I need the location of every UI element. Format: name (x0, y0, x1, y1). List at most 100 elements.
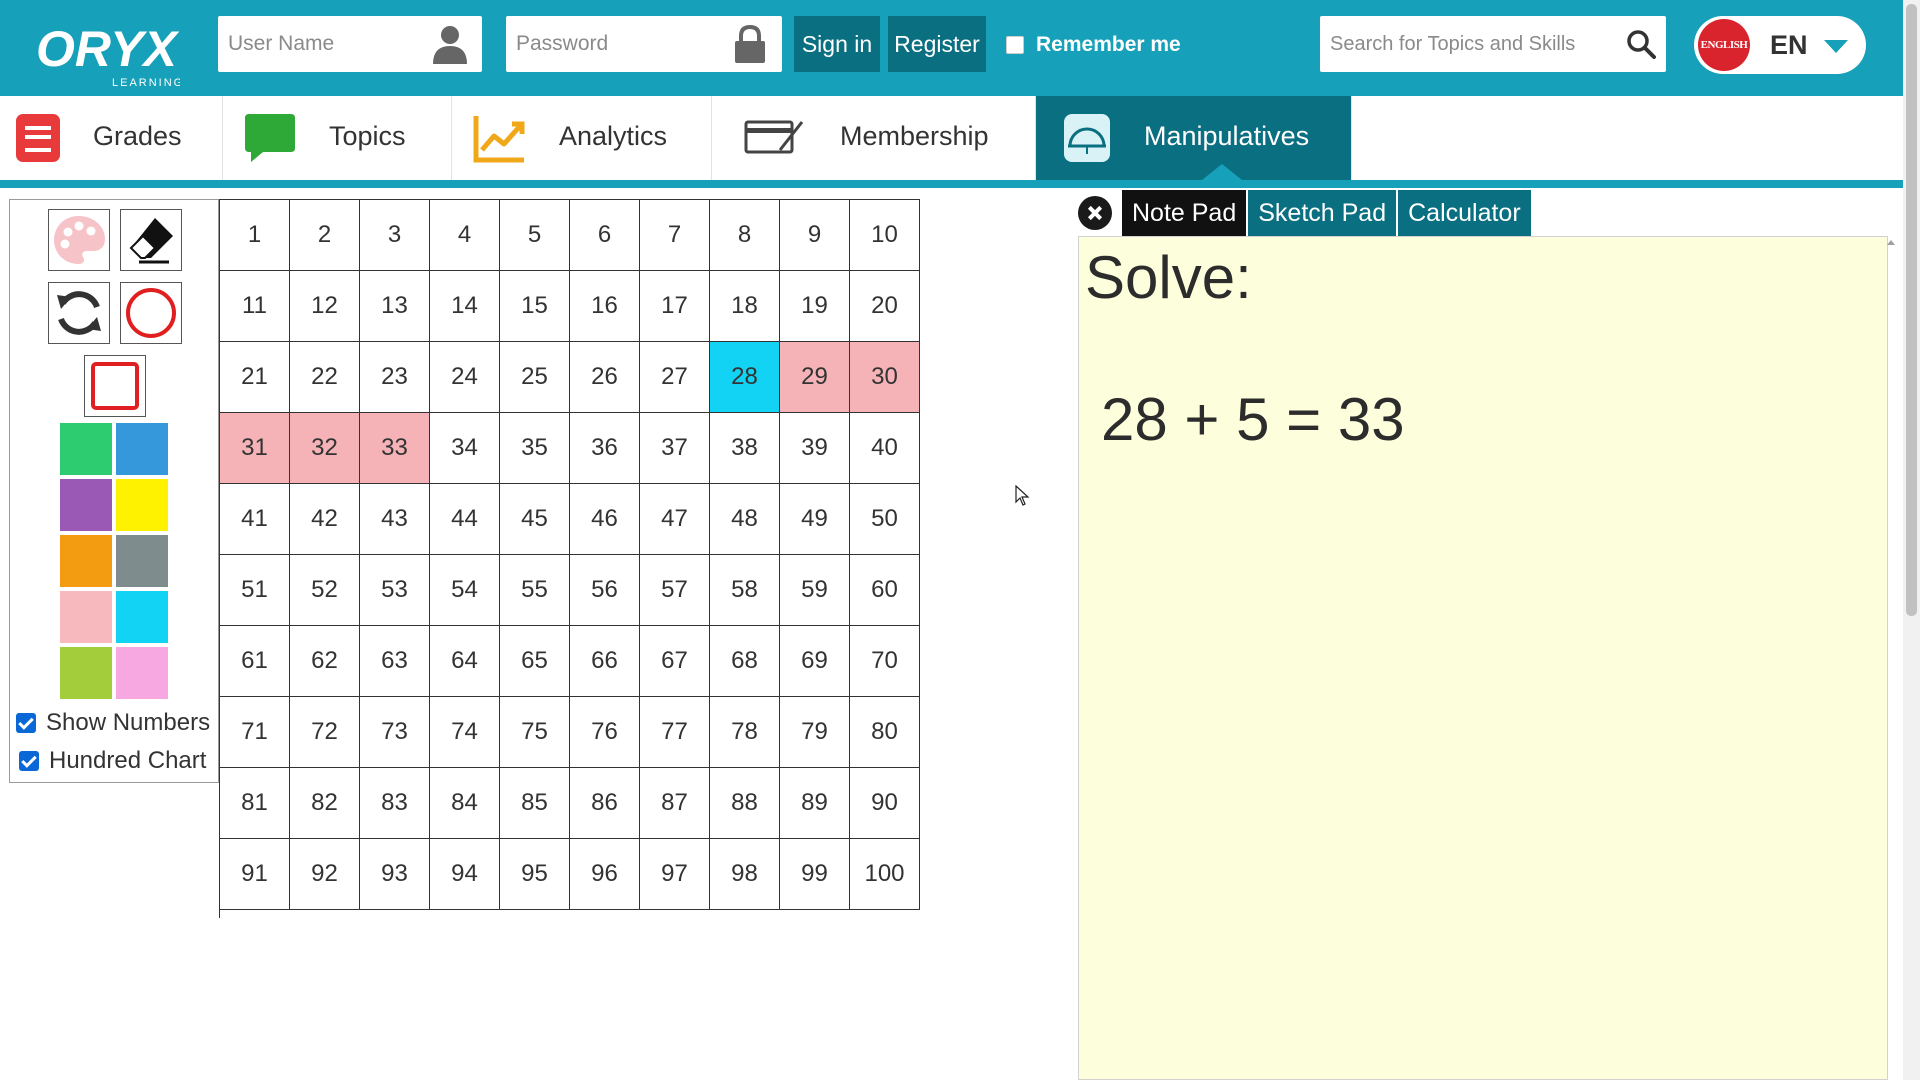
grid-cell-54[interactable]: 54 (430, 555, 500, 626)
grid-cell-33[interactable]: 33 (360, 413, 430, 484)
grid-cell-74[interactable]: 74 (430, 697, 500, 768)
grid-cell-85[interactable]: 85 (500, 768, 570, 839)
grid-cell-63[interactable]: 63 (360, 626, 430, 697)
grid-cell-19[interactable]: 19 (780, 271, 850, 342)
grid-cell-47[interactable]: 47 (640, 484, 710, 555)
grid-cell-48[interactable]: 48 (710, 484, 780, 555)
grid-cell-99[interactable]: 99 (780, 839, 850, 910)
grid-cell-60[interactable]: 60 (850, 555, 920, 626)
search-box[interactable] (1320, 16, 1666, 72)
color-swatch-gray[interactable] (116, 535, 168, 587)
grid-cell-81[interactable]: 81 (220, 768, 290, 839)
tab-sketch-pad[interactable]: Sketch Pad (1248, 190, 1397, 236)
grid-cell-28[interactable]: 28 (710, 342, 780, 413)
grid-cell-27[interactable]: 27 (640, 342, 710, 413)
grid-cell-26[interactable]: 26 (570, 342, 640, 413)
nav-item-membership[interactable]: Membership (712, 96, 1036, 180)
grid-cell-61[interactable]: 61 (220, 626, 290, 697)
grid-cell-41[interactable]: 41 (220, 484, 290, 555)
grid-cell-25[interactable]: 25 (500, 342, 570, 413)
grid-cell-16[interactable]: 16 (570, 271, 640, 342)
hundred-chart-checkbox[interactable] (19, 751, 39, 771)
grid-cell-87[interactable]: 87 (640, 768, 710, 839)
tab-note-pad[interactable]: Note Pad (1122, 190, 1247, 236)
grid-cell-58[interactable]: 58 (710, 555, 780, 626)
grid-cell-90[interactable]: 90 (850, 768, 920, 839)
grid-cell-14[interactable]: 14 (430, 271, 500, 342)
grid-cell-21[interactable]: 21 (220, 342, 290, 413)
grid-cell-5[interactable]: 5 (500, 200, 570, 271)
color-swatch-cyan[interactable] (116, 591, 168, 643)
grid-cell-59[interactable]: 59 (780, 555, 850, 626)
grid-cell-52[interactable]: 52 (290, 555, 360, 626)
nav-item-manipulatives[interactable]: Manipulatives (1036, 96, 1352, 180)
show-numbers-option[interactable]: Show Numbers (16, 709, 210, 737)
grid-cell-98[interactable]: 98 (710, 839, 780, 910)
grid-cell-89[interactable]: 89 (780, 768, 850, 839)
grid-cell-34[interactable]: 34 (430, 413, 500, 484)
grid-cell-29[interactable]: 29 (780, 342, 850, 413)
grid-cell-88[interactable]: 88 (710, 768, 780, 839)
grid-cell-65[interactable]: 65 (500, 626, 570, 697)
color-swatch-green[interactable] (60, 423, 112, 475)
grid-cell-37[interactable]: 37 (640, 413, 710, 484)
circle-tool[interactable] (120, 282, 182, 344)
grid-cell-31[interactable]: 31 (220, 413, 290, 484)
username-field[interactable] (218, 16, 482, 72)
grid-cell-9[interactable]: 9 (780, 200, 850, 271)
grid-cell-2[interactable]: 2 (290, 200, 360, 271)
show-numbers-checkbox[interactable] (16, 713, 36, 733)
grid-cell-51[interactable]: 51 (220, 555, 290, 626)
grid-cell-7[interactable]: 7 (640, 200, 710, 271)
grid-cell-22[interactable]: 22 (290, 342, 360, 413)
color-swatch-blue[interactable] (116, 423, 168, 475)
grid-cell-20[interactable]: 20 (850, 271, 920, 342)
grid-cell-10[interactable]: 10 (850, 200, 920, 271)
color-swatch-purple[interactable] (60, 479, 112, 531)
page-scrollbar[interactable] (1903, 0, 1920, 1080)
nav-item-topics[interactable]: Topics (223, 96, 452, 180)
grid-cell-53[interactable]: 53 (360, 555, 430, 626)
grid-cell-69[interactable]: 69 (780, 626, 850, 697)
eraser-tool[interactable] (120, 209, 182, 271)
grid-cell-70[interactable]: 70 (850, 626, 920, 697)
color-swatch-orange[interactable] (60, 535, 112, 587)
search-input[interactable] (1320, 16, 1666, 72)
grid-cell-66[interactable]: 66 (570, 626, 640, 697)
remember-me[interactable]: Remember me (1006, 32, 1181, 58)
grid-cell-6[interactable]: 6 (570, 200, 640, 271)
grid-cell-68[interactable]: 68 (710, 626, 780, 697)
color-swatch-magenta[interactable] (116, 647, 168, 699)
grid-cell-32[interactable]: 32 (290, 413, 360, 484)
grid-cell-45[interactable]: 45 (500, 484, 570, 555)
grid-cell-64[interactable]: 64 (430, 626, 500, 697)
grid-cell-100[interactable]: 100 (850, 839, 920, 910)
grid-cell-42[interactable]: 42 (290, 484, 360, 555)
pad-scroll-up-icon[interactable] (1887, 240, 1895, 245)
grid-cell-15[interactable]: 15 (500, 271, 570, 342)
grid-cell-95[interactable]: 95 (500, 839, 570, 910)
nav-item-grades[interactable]: Grades (0, 96, 223, 180)
grid-cell-72[interactable]: 72 (290, 697, 360, 768)
grid-cell-43[interactable]: 43 (360, 484, 430, 555)
grid-cell-11[interactable]: 11 (220, 271, 290, 342)
square-tool[interactable] (84, 355, 146, 417)
grid-cell-96[interactable]: 96 (570, 839, 640, 910)
page-scrollbar-thumb[interactable] (1906, 4, 1917, 616)
grid-cell-73[interactable]: 73 (360, 697, 430, 768)
grid-cell-3[interactable]: 3 (360, 200, 430, 271)
grid-cell-35[interactable]: 35 (500, 413, 570, 484)
password-field[interactable] (506, 16, 782, 72)
grid-cell-36[interactable]: 36 (570, 413, 640, 484)
grid-cell-56[interactable]: 56 (570, 555, 640, 626)
grid-cell-23[interactable]: 23 (360, 342, 430, 413)
grid-cell-1[interactable]: 1 (220, 200, 290, 271)
remember-me-checkbox[interactable] (1006, 36, 1024, 54)
grid-cell-18[interactable]: 18 (710, 271, 780, 342)
grid-cell-93[interactable]: 93 (360, 839, 430, 910)
grid-cell-78[interactable]: 78 (710, 697, 780, 768)
grid-cell-75[interactable]: 75 (500, 697, 570, 768)
grid-cell-50[interactable]: 50 (850, 484, 920, 555)
grid-cell-62[interactable]: 62 (290, 626, 360, 697)
grid-cell-79[interactable]: 79 (780, 697, 850, 768)
